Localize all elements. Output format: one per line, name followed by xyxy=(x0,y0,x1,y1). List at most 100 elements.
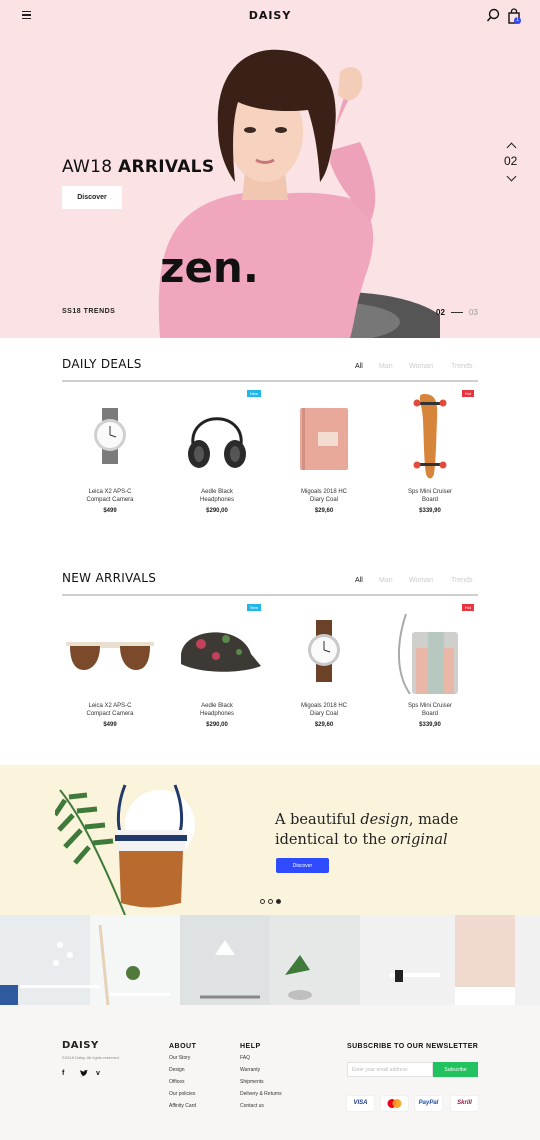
promo-headline: A beautiful design, made identical to th… xyxy=(275,812,459,848)
product-name[interactable]: Leica X2 APS-C Compact Camera xyxy=(64,488,156,504)
footer-link-our-policies[interactable]: Our policies xyxy=(169,1091,195,1097)
lifestyle-gallery xyxy=(0,915,540,1005)
product-card[interactable]: Leica X2 APS-C Compact Camera $499 xyxy=(64,604,156,728)
carousel-dot-3[interactable] xyxy=(276,899,281,904)
carousel-dot-2[interactable] xyxy=(268,899,273,904)
footer-link-faq[interactable]: FAQ xyxy=(240,1055,250,1061)
sunglasses-image xyxy=(66,642,154,670)
product-card[interactable]: Migoals 2018 HC Diary Coal $29,60 xyxy=(278,390,370,514)
footer-link-offices[interactable]: Offices xyxy=(169,1079,184,1085)
product-card[interactable]: Hot Sps Mini Cruiser Board $339,90 xyxy=(384,390,476,514)
footer-link-design[interactable]: Design xyxy=(169,1067,185,1073)
chevron-up-icon[interactable] xyxy=(506,142,517,153)
footer-link-our-story[interactable]: Our Story xyxy=(169,1055,190,1061)
mastercard-icon xyxy=(381,1096,408,1111)
search-icon[interactable] xyxy=(486,8,500,24)
promo-backpack-image xyxy=(55,784,195,915)
product-image[interactable] xyxy=(278,390,370,480)
headphones-image xyxy=(188,417,246,468)
new-tag: New xyxy=(246,390,261,397)
footer-about-title: ABOUT xyxy=(169,1043,197,1050)
promo-discover-button[interactable]: Discover xyxy=(276,858,329,873)
product-card[interactable]: Migoals 2018 HC Diary Coal $29,60 xyxy=(278,604,370,728)
footer-logo[interactable]: DAISY xyxy=(62,1040,99,1051)
product-card[interactable]: Hot Sps Mini Cruiser Board $339,90 xyxy=(384,604,476,728)
skateboard-image xyxy=(413,394,447,479)
footer-copyright: ©2018 Daisy. All rights reserved xyxy=(62,1055,119,1060)
product-card[interactable]: Leica X2 APS-C Compact Camera $499 xyxy=(64,390,156,514)
product-card[interactable]: New Aedle Black Headphones $290,00 xyxy=(171,604,263,728)
product-name[interactable]: Aedle Black Headphones xyxy=(171,488,263,504)
daily-deals-divider xyxy=(62,380,478,382)
site-logo[interactable]: DAISY xyxy=(0,9,540,22)
footer-help-title: HELP xyxy=(240,1043,261,1050)
visa-icon: VISA xyxy=(347,1096,374,1111)
footer-link-affinity-card[interactable]: Affinity Card xyxy=(169,1103,196,1109)
watch-image xyxy=(308,620,340,682)
product-name[interactable]: Leica X2 APS-C Compact Camera xyxy=(64,702,156,718)
product-price: $29,60 xyxy=(314,508,334,514)
newsletter-email-input[interactable] xyxy=(347,1062,433,1077)
hero-trend-label: SS18 TRENDS xyxy=(62,308,116,315)
arrivals-tab-trends[interactable]: Trends xyxy=(451,577,473,584)
product-price: $499 xyxy=(103,722,117,728)
product-image[interactable] xyxy=(278,604,370,694)
product-name[interactable]: Aedle Black Headphones xyxy=(171,702,263,718)
newsletter-title: SUBSCRIBE TO OUR NEWSLETTER xyxy=(347,1043,479,1050)
product-price: $290,00 xyxy=(206,722,228,728)
footer-link-warranty[interactable]: Warranty xyxy=(240,1067,260,1073)
cap-image xyxy=(181,632,261,672)
chevron-down-icon[interactable] xyxy=(506,171,517,182)
paypal-icon: PayPal xyxy=(415,1096,442,1111)
slide-current-number[interactable]: 02 xyxy=(436,308,445,317)
product-image[interactable]: New xyxy=(171,604,263,694)
product-image[interactable]: New xyxy=(171,390,263,480)
product-name[interactable]: Migoals 2018 HC Diary Coal xyxy=(278,488,370,504)
daily-tab-woman[interactable]: Woman xyxy=(409,363,433,370)
product-card[interactable]: New Aedle Black Headphones $290,00 xyxy=(171,390,263,514)
footer-link-shipments[interactable]: Shipments xyxy=(240,1079,264,1085)
watch-image xyxy=(94,408,126,464)
daily-tab-man[interactable]: Man xyxy=(379,363,393,370)
hero-model-image: zen. xyxy=(158,49,440,338)
skrill-icon: Skrill xyxy=(451,1096,478,1111)
backpack-image xyxy=(398,613,458,695)
hero-title: AW18 ARRIVALS xyxy=(62,157,215,177)
slide-next-number[interactable]: 03 xyxy=(469,308,478,317)
site-footer: DAISY ©2018 Daisy. All rights reserved f… xyxy=(0,1005,540,1140)
cart-count-badge: 1 xyxy=(514,17,521,24)
sweater-print-text: zen. xyxy=(160,243,259,292)
arrivals-tab-all[interactable]: All xyxy=(355,577,363,584)
daily-tab-all[interactable]: All xyxy=(355,363,363,370)
slide-divider xyxy=(451,312,463,313)
hero-banner: zen. AW18 ARRIVALS Discover SS18 TRENDS … xyxy=(0,32,540,338)
product-price: $29,60 xyxy=(314,722,334,728)
footer-link-contact-us[interactable]: Contact us xyxy=(240,1103,264,1109)
product-image[interactable] xyxy=(64,604,156,694)
carousel-dot-1[interactable] xyxy=(260,899,265,904)
product-image[interactable]: Hot xyxy=(384,390,476,480)
hot-tag: Hot xyxy=(461,604,474,611)
hero-discover-button[interactable]: Discover xyxy=(62,186,122,209)
product-price: $290,00 xyxy=(206,508,228,514)
arrivals-tab-woman[interactable]: Woman xyxy=(409,577,433,584)
product-name[interactable]: Migoals 2018 HC Diary Coal xyxy=(278,702,370,718)
facebook-icon[interactable]: f xyxy=(62,1070,64,1077)
product-price: $499 xyxy=(103,508,117,514)
arrivals-tab-man[interactable]: Man xyxy=(379,577,393,584)
promo-banner: A beautiful design, made identical to th… xyxy=(0,765,540,915)
daily-tab-trends[interactable]: Trends xyxy=(451,363,473,370)
footer-link-delivery-returns[interactable]: Delivery & Returns xyxy=(240,1091,282,1097)
product-image[interactable]: Hot xyxy=(384,604,476,695)
new-tag: New xyxy=(246,604,261,611)
product-price: $339,90 xyxy=(419,722,441,728)
product-name[interactable]: Sps Mini Cruiser Board xyxy=(384,488,476,504)
new-arrivals-title: NEW ARRIVALS xyxy=(62,571,157,585)
twitter-icon[interactable] xyxy=(80,1070,88,1079)
product-image[interactable] xyxy=(64,390,156,480)
hot-tag: Hot xyxy=(461,390,474,397)
newsletter-subscribe-button[interactable]: Subscribe xyxy=(433,1062,478,1077)
site-header: DAISY 1 xyxy=(0,0,540,32)
vimeo-icon[interactable]: v xyxy=(96,1070,100,1077)
product-name[interactable]: Sps Mini Cruiser Board xyxy=(384,702,476,718)
